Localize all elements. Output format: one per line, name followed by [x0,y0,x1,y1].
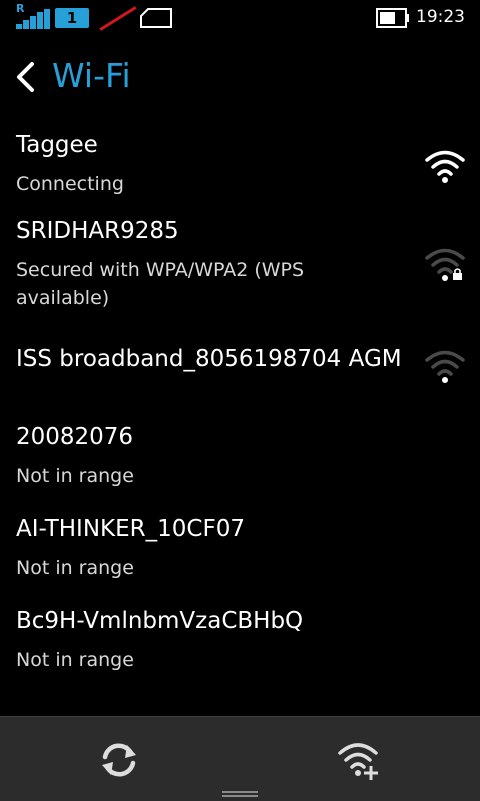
network-item[interactable]: ISS broadband_8056198704 AGM [0,346,480,406]
network-item[interactable]: AI-THINKER_10CF07 Not in range [0,516,480,586]
bottom-toolbar [0,716,480,801]
network-status: Connecting [16,173,124,195]
no-data-icon [99,6,137,31]
sim-icon: 1 [55,8,89,28]
wifi-weak-icon [425,350,465,383]
network-status: Not in range [16,649,134,671]
network-item[interactable]: 20082076 Not in range [0,424,480,494]
wifi-strong-icon [425,150,465,183]
signal-icon [16,9,50,29]
sd-card-icon [140,8,172,28]
network-status: Secured with WPA/WPA2 (WPS available) [16,259,305,309]
network-list: Taggee Connecting SRIDHAR9285 Secured wi… [0,128,480,716]
page-title: Wi-Fi [52,56,131,95]
network-item[interactable]: Taggee Connecting [0,132,480,202]
network-name: 20082076 [16,424,134,450]
network-status: Not in range [16,465,134,487]
status-bar: R 1 19:23 [0,0,480,38]
network-name: AI-THINKER_10CF07 [16,516,245,542]
wifi-add-icon[interactable] [336,737,382,783]
network-item[interactable]: SRIDHAR9285 Secured with WPA/WPA2 (WPS a… [0,218,480,318]
chevron-left-icon[interactable] [14,60,38,94]
clock: 19:23 [416,7,465,27]
battery-icon [376,8,409,28]
header: Wi-Fi [0,52,480,100]
wifi-weak-lock-icon [425,248,465,281]
refresh-icon[interactable] [96,737,142,783]
network-name: Taggee [16,132,98,158]
network-name: SRIDHAR9285 [16,218,179,244]
network-item[interactable]: Bc9H-VmlnbmVzaCBHbQ Not in range [0,608,480,678]
network-status: Not in range [16,557,134,579]
network-name: Bc9H-VmlnbmVzaCBHbQ [16,608,304,634]
network-name: ISS broadband_8056198704 AGM [16,346,402,372]
